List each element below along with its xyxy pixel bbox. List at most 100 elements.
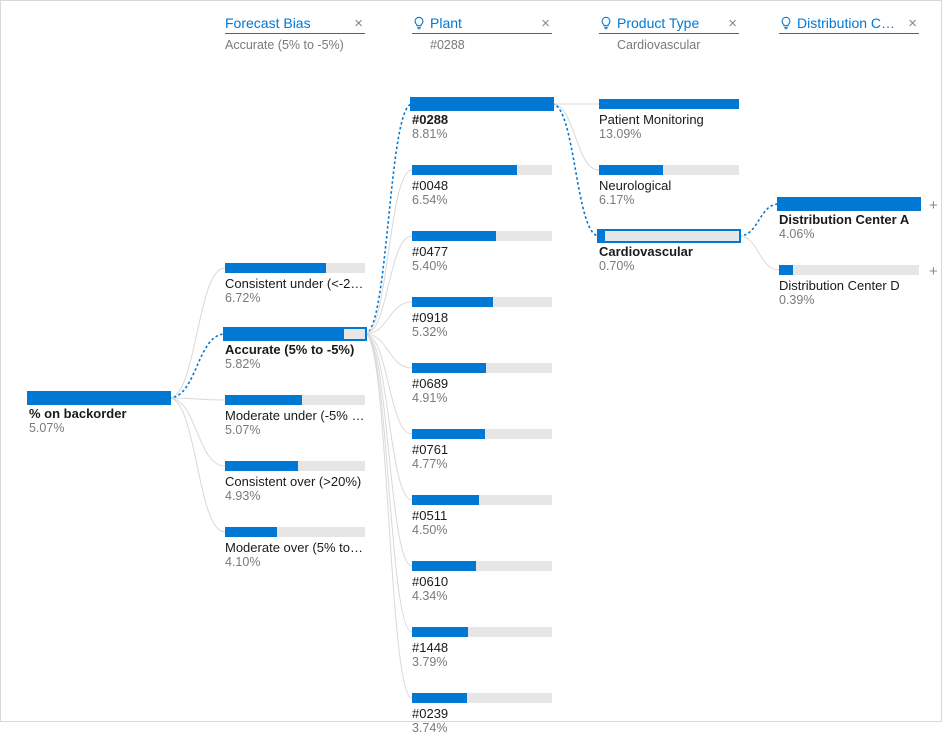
tree-node[interactable]: #02888.81%	[412, 99, 552, 141]
tree-node[interactable]: #06894.91%	[412, 363, 552, 405]
node-label: Distribution Center D	[779, 278, 919, 293]
expand-icon[interactable]: +	[929, 197, 938, 214]
node-label: Neurological	[599, 178, 739, 193]
tree-node[interactable]: Moderate under (-5% …5.07%	[225, 395, 365, 437]
node-bar	[599, 99, 739, 109]
node-label: #0918	[412, 310, 552, 325]
node-bar	[412, 693, 552, 703]
column-subtitle: Accurate (5% to -5%)	[225, 38, 344, 52]
node-value: 3.74%	[412, 721, 552, 735]
node-label: Distribution Center A	[779, 212, 919, 227]
node-bar	[599, 231, 739, 241]
tree-node[interactable]: #14483.79%	[412, 627, 552, 669]
tree-node[interactable]: #07614.77%	[412, 429, 552, 471]
column-subtitle: #0288	[430, 38, 465, 52]
tree-node[interactable]: Moderate over (5% to …4.10%	[225, 527, 365, 569]
node-bar	[412, 561, 552, 571]
tree-node[interactable]: Cardiovascular0.70%	[599, 231, 739, 273]
column-title: Forecast Bias	[225, 15, 348, 31]
close-icon[interactable]: ×	[539, 16, 552, 31]
tree-node[interactable]: Neurological6.17%	[599, 165, 739, 207]
node-label: Patient Monitoring	[599, 112, 739, 127]
tree-node[interactable]: Consistent under (<-2…6.72%	[225, 263, 365, 305]
column-header[interactable]: Plant ×	[412, 15, 552, 34]
column: Plant × #0288 #02888.81% #00486.54% #04775.40…	[412, 1, 572, 721]
node-bar	[599, 165, 739, 175]
close-icon[interactable]: ×	[352, 16, 365, 31]
node-bar	[412, 231, 552, 241]
node-label: #0511	[412, 508, 552, 523]
node-value: 5.32%	[412, 325, 552, 339]
node-label: Consistent under (<-2…	[225, 276, 365, 291]
node-bar	[225, 527, 365, 537]
column: Forecast Bias × Accurate (5% to -5%) Consis…	[225, 1, 385, 721]
node-value: 6.54%	[412, 193, 552, 207]
node-label: #0689	[412, 376, 552, 391]
node-bar	[412, 627, 552, 637]
node-value: 4.10%	[225, 555, 365, 569]
node-label: #0610	[412, 574, 552, 589]
node-label: Accurate (5% to -5%)	[225, 342, 365, 357]
column-title: Plant	[430, 15, 535, 31]
node-bar	[225, 329, 365, 339]
tree-node[interactable]: #02393.74%	[412, 693, 552, 735]
tree-node[interactable]: Distribution Center A4.06%	[779, 199, 919, 241]
node-value: 13.09%	[599, 127, 739, 141]
column: Distribution Cent… × Distribution Center A…	[779, 1, 939, 721]
column-header[interactable]: Product Type ×	[599, 15, 739, 34]
node-label: #0761	[412, 442, 552, 457]
node-value: 4.77%	[412, 457, 552, 471]
column-subtitle: Cardiovascular	[617, 38, 700, 52]
root-node[interactable]: % on backorder 5.07%	[29, 393, 169, 435]
node-bar	[412, 363, 552, 373]
node-value: 3.79%	[412, 655, 552, 669]
tree-node[interactable]: #04775.40%	[412, 231, 552, 273]
root-bar	[29, 393, 169, 403]
lightbulb-icon	[412, 16, 426, 30]
node-value: 0.70%	[599, 259, 739, 273]
node-bar	[225, 461, 365, 471]
node-bar	[412, 429, 552, 439]
close-icon[interactable]: ×	[906, 16, 919, 31]
node-label: Consistent over (>20%)	[225, 474, 365, 489]
close-icon[interactable]: ×	[726, 16, 739, 31]
root-label: % on backorder	[29, 406, 169, 421]
node-value: 4.93%	[225, 489, 365, 503]
node-label: #1448	[412, 640, 552, 655]
tree-node[interactable]: Distribution Center D0.39%	[779, 265, 919, 307]
node-label: #0477	[412, 244, 552, 259]
column: Product Type × Cardiovascular Patient Monit…	[599, 1, 759, 721]
root-value: 5.07%	[29, 421, 169, 435]
node-bar	[412, 165, 552, 175]
column-header[interactable]: Distribution Cent… ×	[779, 15, 919, 34]
node-bar	[225, 395, 365, 405]
node-value: 8.81%	[412, 127, 552, 141]
node-value: 4.34%	[412, 589, 552, 603]
tree-node[interactable]: Accurate (5% to -5%)5.82%	[225, 329, 365, 371]
column-header[interactable]: Forecast Bias ×	[225, 15, 365, 34]
node-value: 0.39%	[779, 293, 919, 307]
node-label: #0048	[412, 178, 552, 193]
node-value: 5.82%	[225, 357, 365, 371]
tree-node[interactable]: #09185.32%	[412, 297, 552, 339]
column-title: Product Type	[617, 15, 722, 31]
tree-node[interactable]: Consistent over (>20%)4.93%	[225, 461, 365, 503]
tree-node[interactable]: #00486.54%	[412, 165, 552, 207]
node-bar	[412, 99, 552, 109]
node-label: Moderate over (5% to …	[225, 540, 365, 555]
tree-node[interactable]: #05114.50%	[412, 495, 552, 537]
node-label: Moderate under (-5% …	[225, 408, 365, 423]
tree-node[interactable]: #06104.34%	[412, 561, 552, 603]
tree-node[interactable]: Patient Monitoring13.09%	[599, 99, 739, 141]
column-title: Distribution Cent…	[797, 15, 902, 31]
node-label: Cardiovascular	[599, 244, 739, 259]
expand-icon[interactable]: +	[929, 263, 938, 280]
node-label: #0239	[412, 706, 552, 721]
node-bar	[225, 263, 365, 273]
node-value: 5.07%	[225, 423, 365, 437]
node-bar	[779, 199, 919, 209]
lightbulb-icon	[779, 16, 793, 30]
lightbulb-icon	[599, 16, 613, 30]
node-value: 4.50%	[412, 523, 552, 537]
node-bar	[412, 495, 552, 505]
